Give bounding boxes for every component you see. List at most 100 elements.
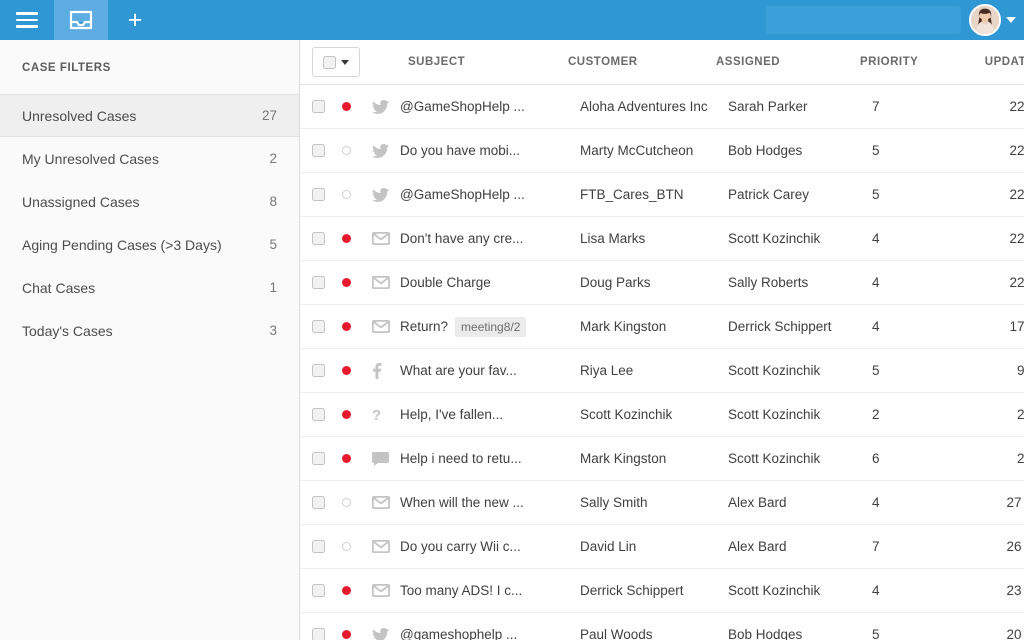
row-status — [342, 542, 372, 551]
hamburger-icon — [16, 12, 38, 28]
subject-text: Return? — [400, 319, 449, 334]
row-checkbox[interactable] — [312, 232, 342, 245]
column-header-updated[interactable]: UPDATED — [956, 56, 1024, 68]
checkbox-icon — [312, 364, 325, 377]
cell-customer: Riya Lee — [580, 363, 634, 378]
row-status — [342, 498, 372, 507]
checkbox-icon — [312, 408, 325, 421]
sidebar-filter-item[interactable]: Chat Cases 1 — [0, 266, 299, 309]
select-all-button[interactable] — [312, 47, 360, 77]
column-header-priority[interactable]: PRIORITY — [860, 56, 956, 68]
cell-assigned: Scott Kozinchik — [728, 407, 821, 422]
sidebar-filter-item[interactable]: Unassigned Cases 8 — [0, 180, 299, 223]
row-checkbox[interactable] — [312, 144, 342, 157]
table-row[interactable]: @GameShopHelp ... Aloha Adventures Inc Sar… — [300, 85, 1024, 129]
table-row[interactable]: Don't have any cre... Lisa Marks Scott Koz… — [300, 217, 1024, 261]
sidebar-filter-label: Aging Pending Cases (>3 Days) — [22, 236, 222, 253]
add-case-button[interactable]: + — [108, 0, 162, 40]
cell-priority: 5 — [872, 363, 880, 378]
sidebar-filter-item[interactable]: Aging Pending Cases (>3 Days) 5 — [0, 223, 299, 266]
search-container — [766, 0, 969, 40]
table-row[interactable]: What are your fav... Riya Lee Scott Kozinc… — [300, 349, 1024, 393]
row-checkbox[interactable] — [312, 100, 342, 113]
cell-assigned: Bob Hodges — [728, 143, 803, 158]
table-row[interactable]: Too many ADS! I c... Derrick Schippert Sco… — [300, 569, 1024, 613]
subject-text: Do you have mobi... — [400, 143, 521, 158]
read-status-dot — [342, 146, 351, 155]
sidebar-filter-label: My Unresolved Cases — [22, 150, 159, 167]
table-row[interactable]: Do you carry Wii c... David Lin Alex Bard 7… — [300, 525, 1024, 569]
table-row[interactable]: Double Charge Doug Parks Sally Roberts 4 22 … — [300, 261, 1024, 305]
table-row[interactable]: Do you have mobi... Marty McCutcheon Bob H… — [300, 129, 1024, 173]
inbox-tab[interactable] — [54, 0, 108, 40]
table-row[interactable]: @GameShopHelp ... FTB_Cares_BTN Patrick Ca… — [300, 173, 1024, 217]
cell-priority: 4 — [872, 495, 880, 510]
row-checkbox[interactable] — [312, 628, 342, 640]
subject-text: @GameShopHelp ... — [400, 99, 525, 114]
cell-updated: 17 Oct 13 — [1009, 319, 1024, 334]
email-icon — [372, 320, 394, 333]
column-header-customer[interactable]: CUSTOMER — [568, 56, 716, 68]
checkbox-icon — [312, 232, 325, 245]
row-checkbox[interactable] — [312, 188, 342, 201]
row-checkbox[interactable] — [312, 320, 342, 333]
chevron-down-icon — [341, 59, 349, 65]
table-row[interactable]: Help i need to retu... Mark Kingston Scott… — [300, 437, 1024, 481]
row-status — [342, 410, 372, 419]
row-checkbox[interactable] — [312, 364, 342, 377]
facebook-icon — [372, 362, 394, 379]
cell-customer: David Lin — [580, 539, 637, 554]
cell-subject: @GameShopHelp ... — [372, 99, 580, 114]
cell-assigned: Scott Kozinchik — [728, 231, 821, 246]
cell-priority: 7 — [872, 539, 880, 554]
sidebar-filter-item[interactable]: Today's Cases 3 — [0, 309, 299, 352]
row-status — [342, 146, 372, 155]
cell-subject: Too many ADS! I c... — [372, 583, 580, 598]
row-checkbox[interactable] — [312, 276, 342, 289]
table-row[interactable]: ? Help, I've fallen... Scott Kozinchik Scot… — [300, 393, 1024, 437]
profile-menu[interactable] — [969, 0, 1024, 40]
twitter-icon — [372, 187, 394, 202]
column-header-subject[interactable]: SUBJECT — [360, 56, 568, 68]
unread-status-dot — [342, 454, 351, 463]
email-icon — [372, 232, 394, 245]
table-row[interactable]: Return? meeting8/2 Mark Kingston Derrick Sc… — [300, 305, 1024, 349]
subject-text: Help i need to retu... — [400, 451, 522, 466]
email-icon — [372, 276, 394, 289]
column-header-assigned[interactable]: ASSIGNED — [716, 56, 860, 68]
row-status — [342, 366, 372, 375]
search-input[interactable] — [766, 6, 961, 34]
menu-button[interactable] — [0, 0, 54, 40]
subject-text: When will the new ... — [400, 495, 524, 510]
cell-subject: Help i need to retu... — [372, 451, 580, 466]
checkbox-icon — [323, 55, 336, 69]
table-row[interactable]: When will the new ... Sally Smith Alex Bar… — [300, 481, 1024, 525]
cell-assigned: Sarah Parker — [728, 99, 808, 114]
subject-text: @GameShopHelp ... — [400, 187, 525, 202]
row-status — [342, 586, 372, 595]
cell-assigned: Bob Hodges — [728, 627, 803, 640]
row-checkbox[interactable] — [312, 540, 342, 553]
table-row[interactable]: @gameshophelp ... Paul Woods Bob Hodges 5 20… — [300, 613, 1024, 640]
main-body: CASE FILTERS Unresolved Cases 27 My Unreso… — [0, 40, 1024, 640]
row-checkbox[interactable] — [312, 452, 342, 465]
cell-assigned: Derrick Schippert — [728, 319, 832, 334]
cell-customer: Derrick Schippert — [580, 583, 684, 598]
cell-subject: Do you have mobi... — [372, 143, 580, 158]
sidebar-filter-item[interactable]: Unresolved Cases 27 — [0, 94, 299, 137]
checkbox-icon — [312, 144, 325, 157]
case-filters-list: Unresolved Cases 27 My Unresolved Cases 2 Un… — [0, 94, 299, 352]
row-checkbox[interactable] — [312, 408, 342, 421]
unread-status-dot — [342, 366, 351, 375]
twitter-icon — [372, 627, 394, 640]
cell-subject: When will the new ... — [372, 495, 580, 510]
cell-updated: 22 Oct 13 — [1009, 99, 1024, 114]
column-header-updated-label: UPDATED — [984, 56, 1024, 68]
sidebar-title: CASE FILTERS — [22, 62, 111, 74]
twitter-icon — [372, 143, 394, 158]
row-checkbox[interactable] — [312, 584, 342, 597]
sidebar-filter-item[interactable]: My Unresolved Cases 2 — [0, 137, 299, 180]
cell-assigned: Patrick Carey — [728, 187, 810, 202]
row-checkbox[interactable] — [312, 496, 342, 509]
row-status — [342, 234, 372, 243]
